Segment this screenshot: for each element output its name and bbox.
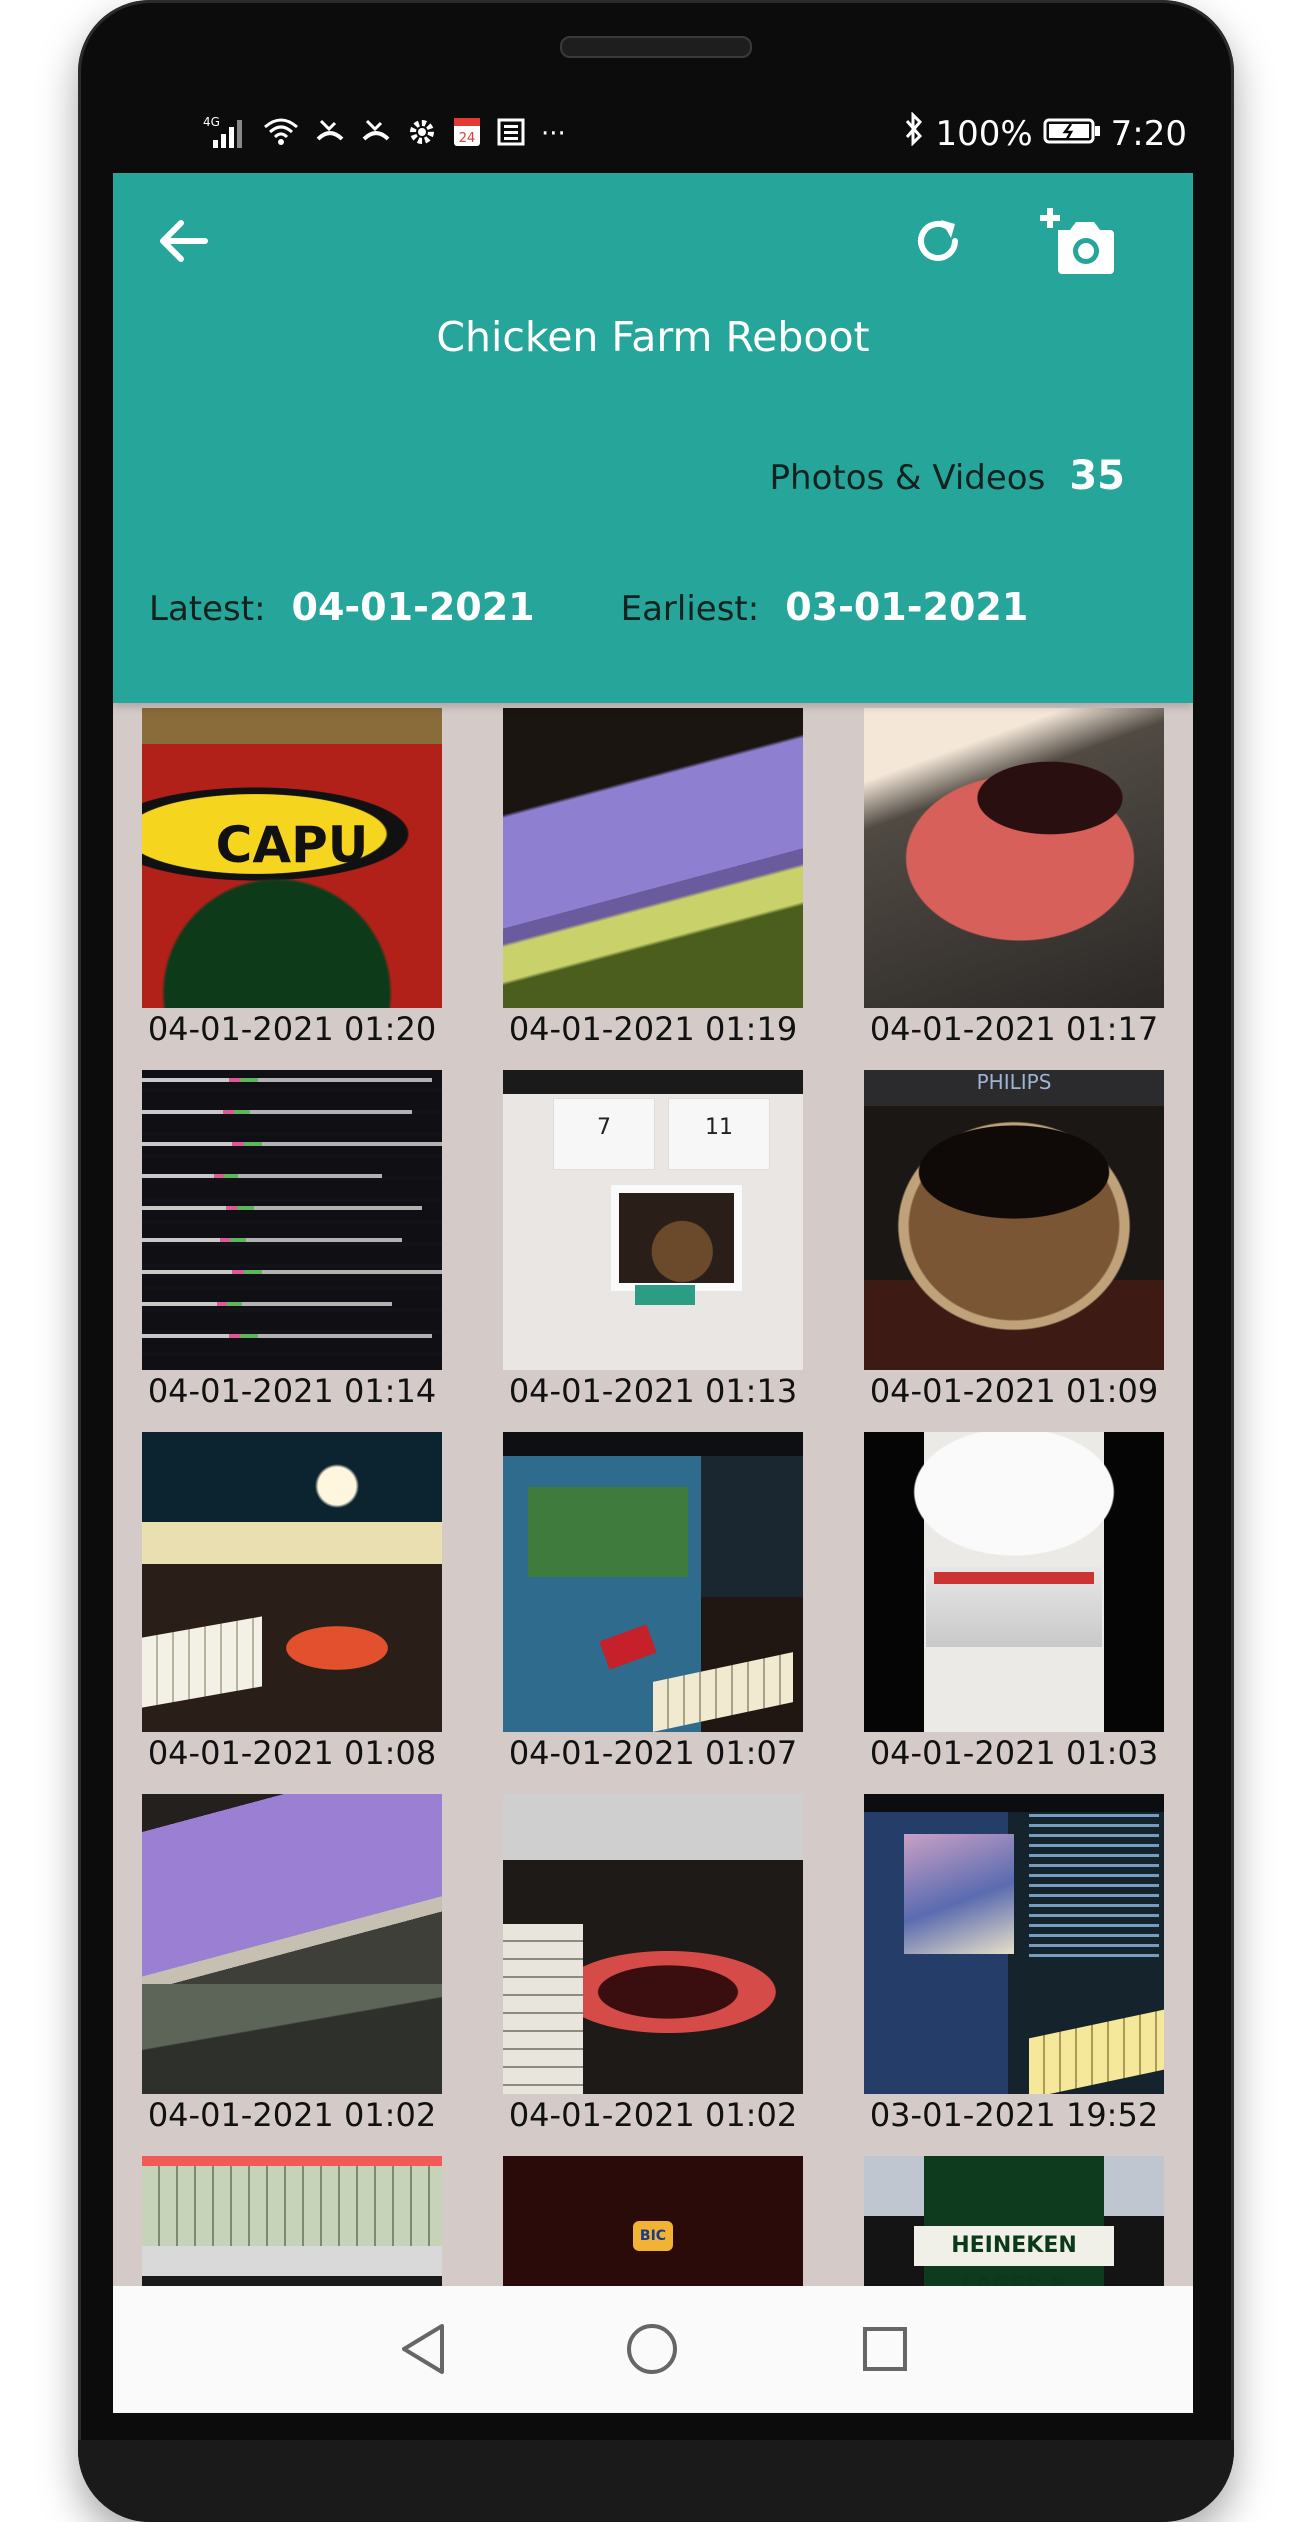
photo-thumbnail[interactable] [142,1070,442,1370]
media-item[interactable]: 04-01-2021 01:08 [142,1432,442,1794]
refresh-icon [911,214,965,272]
status-left-icons: 4G 24 ··· [203,114,566,154]
media-timestamp: 04-01-2021 01:13 [508,1372,798,1410]
media-count-row: Photos & Videos 35 [770,453,1125,499]
thumbnail-text-left: 7 [597,1115,611,1140]
more-notifications-icon: ··· [541,119,566,149]
media-timestamp: 04-01-2021 01:14 [147,1372,437,1410]
media-item[interactable]: 7 11 04-01-2021 01:13 [503,1070,803,1432]
media-grid: CAPU 04-01-2021 01:20 04-01-2021 01:19 0… [142,708,1164,2413]
latest-date: 04-01-2021 [291,585,535,629]
date-range-row: Latest: 04-01-2021 Earliest: 03-01-2021 [149,585,1028,629]
thumbnail-text-right: 11 [705,1115,733,1140]
media-item[interactable]: 04-01-2021 01:02 [142,1794,442,2156]
media-timestamp: 04-01-2021 01:02 [508,2096,798,2134]
svg-text:24: 24 [459,131,476,146]
svg-text:4G: 4G [203,115,220,129]
refresh-button[interactable] [898,203,978,283]
nav-back-button[interactable] [398,2322,448,2380]
media-timestamp: 04-01-2021 01:09 [869,1372,1159,1410]
photo-thumbnail[interactable] [864,708,1164,1008]
media-timestamp: 04-01-2021 01:20 [147,1010,437,1048]
photo-thumbnail[interactable]: PHILIPS [864,1070,1164,1370]
system-navigation-bar [113,2286,1193,2413]
app-screen: Chicken Farm Reboot Photos & Videos 35 L… [113,173,1193,2413]
latest-label: Latest: [149,589,266,629]
media-item[interactable]: PHILIPS 04-01-2021 01:09 [864,1070,1164,1432]
circle-home-icon [625,2324,679,2380]
media-timestamp: 03-01-2021 19:52 [869,2096,1159,2134]
settings-gear-icon [407,117,437,151]
battery-charging-icon [1043,114,1101,154]
media-timestamp: 04-01-2021 01:02 [147,2096,437,2134]
photo-thumbnail[interactable]: 7 11 [503,1070,803,1370]
photo-thumbnail[interactable] [864,1432,1164,1732]
media-item[interactable]: 04-01-2021 01:17 [864,708,1164,1070]
missed-call-icon [315,117,345,151]
square-recents-icon [861,2327,909,2380]
media-item[interactable]: 04-01-2021 01:03 [864,1432,1164,1794]
arrow-left-icon [157,217,209,269]
media-count-value: 35 [1069,453,1125,499]
wifi-icon [263,117,299,151]
photo-thumbnail[interactable] [503,1432,803,1732]
status-bar: 4G 24 ··· 100% 7:20 [113,100,1193,170]
nav-home-button[interactable] [625,2322,679,2380]
status-right-icons: 100% 7:20 [903,111,1187,155]
media-item[interactable]: 04-01-2021 01:14 [142,1070,442,1432]
media-timestamp: 04-01-2021 01:19 [508,1010,798,1048]
photo-thumbnail[interactable] [864,1794,1164,2094]
back-button[interactable] [143,203,223,283]
project-header: Chicken Farm Reboot Photos & Videos 35 L… [113,173,1193,703]
triangle-back-icon [398,2324,448,2380]
thumbnail-text: CAPU [215,816,369,874]
media-count-label: Photos & Videos [769,458,1046,498]
earliest-label: Earliest: [620,589,760,629]
add-a-photo-icon [1040,206,1116,280]
photo-thumbnail[interactable] [503,708,803,1008]
media-item[interactable]: 04-01-2021 01:07 [503,1432,803,1794]
thumbnail-text: PHILIPS [976,1070,1052,1094]
photo-thumbnail[interactable] [142,1432,442,1732]
calendar-icon: 24 [453,117,481,151]
news-icon [497,118,525,150]
media-timestamp: 04-01-2021 01:17 [869,1010,1159,1048]
thumbnail-text: HEINEKEN LAGER B [914,2226,1114,2298]
earliest-date: 03-01-2021 [785,585,1029,629]
clock-time: 7:20 [1110,113,1187,154]
phone-bottom-edge [78,2440,1234,2522]
media-item[interactable]: 03-01-2021 19:52 [864,1794,1164,2156]
signal-4g-icon: 4G [203,114,247,154]
photo-thumbnail[interactable] [142,1794,442,2094]
bluetooth-icon [903,111,925,155]
nav-recents-button[interactable] [861,2322,909,2380]
speaker-grille [560,36,752,58]
project-title: Chicken Farm Reboot [436,313,870,361]
photo-thumbnail[interactable] [503,1794,803,2094]
media-item[interactable]: CAPU 04-01-2021 01:20 [142,708,442,1070]
media-timestamp: 04-01-2021 01:08 [147,1734,437,1772]
add-photo-button[interactable] [1033,198,1123,288]
media-item[interactable]: 04-01-2021 01:02 [503,1794,803,2156]
media-item[interactable]: 04-01-2021 01:19 [503,708,803,1070]
media-timestamp: 04-01-2021 01:07 [508,1734,798,1772]
thumbnail-text: BIC [639,2228,667,2244]
media-timestamp: 04-01-2021 01:03 [869,1734,1159,1772]
missed-call-icon-2 [361,117,391,151]
photo-thumbnail[interactable]: CAPU [142,708,442,1008]
battery-percent: 100% [935,113,1033,154]
